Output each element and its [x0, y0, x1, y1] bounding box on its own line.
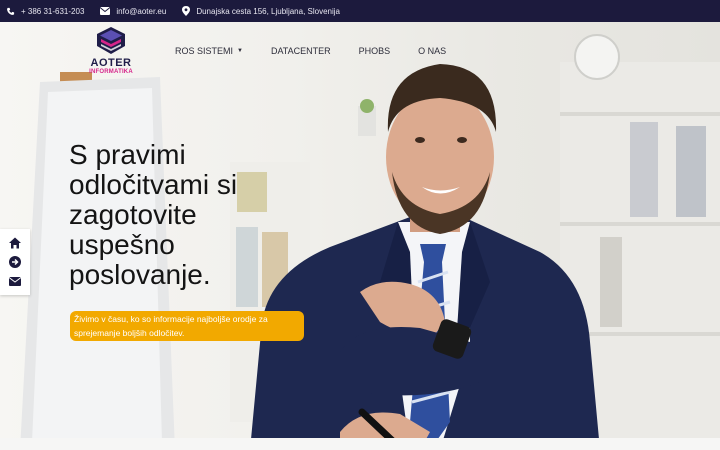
- home-icon[interactable]: [8, 236, 22, 250]
- envelope-icon[interactable]: [8, 274, 22, 288]
- cube-logo-icon: [97, 27, 125, 54]
- nav-item-label: O NAS: [418, 46, 447, 56]
- nav-item-label: DATACENTER: [270, 46, 331, 56]
- headline-line: poslovanje.: [69, 259, 211, 290]
- headline-line: zagotovite: [69, 199, 197, 230]
- top-info-bar: + 386 31-631-203 info@aoter.eu Dunajska …: [0, 0, 720, 22]
- nav-item-label: ROS SISTEMI: [175, 46, 234, 56]
- arrow-circle-right-icon[interactable]: [8, 255, 22, 269]
- hero-subtitle-box: Živimo v času, ko so informacije najbolj…: [70, 311, 304, 341]
- map-marker-icon: [182, 6, 191, 16]
- envelope-icon: [100, 7, 111, 15]
- headline-line: odločitvami si: [69, 169, 238, 200]
- address-text: Dunajska cesta 156, Ljubljana, Slovenija: [196, 6, 340, 16]
- main-nav: ROS SISTEMI ▼ DATACENTER PHOBS O NAS: [175, 46, 474, 56]
- address-contact[interactable]: Dunajska cesta 156, Ljubljana, Slovenija: [182, 6, 340, 16]
- phone-contact[interactable]: + 386 31-631-203: [6, 7, 84, 16]
- nav-item-label: PHOBS: [358, 46, 391, 56]
- phone-text: + 386 31-631-203: [21, 6, 85, 16]
- headline-line: uspešno: [69, 229, 175, 260]
- email-contact[interactable]: info@aoter.eu: [100, 7, 166, 16]
- hero-subtitle-line: Živimo v času, ko so informacije najbolj…: [74, 314, 268, 324]
- nav-item-o-nas[interactable]: O NAS: [418, 46, 446, 56]
- side-quick-links: [0, 229, 30, 295]
- chevron-down-icon: ▼: [237, 48, 243, 54]
- logo-sub-text: INFORMATIKA: [89, 69, 133, 75]
- hero-subtitle-line: sprejemanje boljših odločitev.: [74, 328, 185, 338]
- logo-brand-text: AOTER: [90, 57, 132, 69]
- headline-line: S pravimi: [69, 139, 186, 170]
- hero-headline: S pravimi odločitvami si zagotovite uspe…: [69, 140, 329, 290]
- nav-item-phobs[interactable]: PHOBS: [359, 46, 391, 56]
- nav-item-ros-sistemi[interactable]: ROS SISTEMI ▼: [175, 46, 243, 56]
- email-text: info@aoter.eu: [116, 6, 167, 16]
- aoter-logo[interactable]: AOTER INFORMATIKA: [84, 26, 138, 82]
- phone-icon: [7, 7, 15, 15]
- nav-item-datacenter[interactable]: DATACENTER: [271, 46, 331, 56]
